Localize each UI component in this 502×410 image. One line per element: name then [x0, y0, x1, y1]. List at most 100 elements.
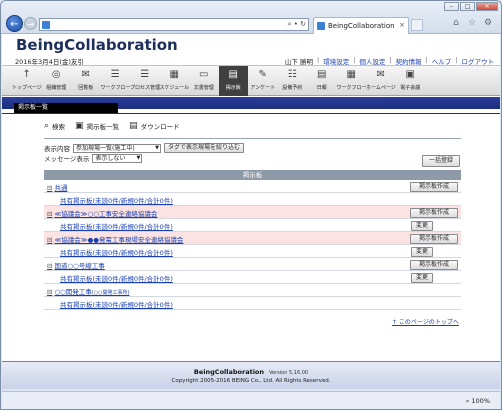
- zoom-level[interactable]: ⌕ 100%: [466, 397, 490, 406]
- collapse-icon[interactable]: ⊟: [47, 288, 52, 296]
- menu-label: 設備予約: [282, 85, 303, 91]
- menu-label: 文書管理: [193, 85, 214, 91]
- menu-label: アンケート: [250, 85, 276, 91]
- board-group-link[interactable]: ⊟ ≪協議会≫●●発電工事現場安全連絡協議会: [47, 234, 183, 244]
- menu-item-1[interactable]: ◎ 組織管理: [42, 66, 72, 96]
- collapse-icon[interactable]: ⊟: [47, 184, 52, 192]
- search-label: 検索: [52, 123, 66, 131]
- board-group-row: ⊟ 共通 掲示板作成: [44, 180, 461, 193]
- tab-title: BeingCollaboration: [328, 22, 395, 30]
- display-content-select[interactable]: 参加現場一覧(施工中) ▼: [73, 143, 161, 153]
- bulk-register-button[interactable]: 一括登録: [422, 155, 460, 167]
- back-arrow-icon[interactable]: ←: [6, 15, 23, 32]
- create-board-button[interactable]: 掲示板作成: [410, 181, 458, 192]
- board-group-row: ⊟ 国道○○号線工事 掲示板作成: [44, 258, 461, 271]
- back-to-top-link[interactable]: ↑ このページのトップへ: [392, 317, 459, 326]
- forward-arrow-icon[interactable]: →: [24, 17, 37, 30]
- edit-button[interactable]: 変更: [411, 220, 433, 231]
- message-display-select[interactable]: 表示しない ▼: [92, 153, 143, 163]
- minimize-button[interactable]: –: [444, 2, 459, 11]
- tool-row: ⌕ 検索 ▣ 掲示板一覧 ▤ ダウンロード: [44, 121, 180, 131]
- board-group-row: ⊟ ○○開発工事(○○開発工事所): [44, 284, 461, 297]
- board-list-tool[interactable]: ▣ 掲示板一覧: [75, 121, 119, 131]
- board-group-link[interactable]: ⊟ ≪協議会≫○○工事安全連絡協議会: [47, 208, 157, 218]
- menu-item-10[interactable]: ▤ 日報: [307, 66, 337, 96]
- board-group-link[interactable]: ⊟ 共通: [47, 182, 67, 192]
- shared-board-link[interactable]: 共有掲示板(未読0件/新規0件/合計0件): [60, 299, 173, 309]
- close-window-button[interactable]: ×: [476, 2, 498, 11]
- menu-icon: ▦: [169, 69, 179, 80]
- tag-filter-button[interactable]: タグで表示現場を絞り込む: [164, 143, 245, 153]
- menu-label: ワークフロー: [336, 85, 367, 91]
- menu-label: トップページ: [12, 85, 42, 91]
- display-content-label: 表示内容: [44, 145, 70, 153]
- new-tab-button[interactable]: [411, 19, 423, 31]
- menu-item-9[interactable]: ☷ 設備予約: [278, 66, 308, 96]
- shared-board-link[interactable]: 共有掲示板(未読0件/新規0件/合計0件): [60, 221, 173, 231]
- board-group-name: ○○開発工事: [54, 288, 92, 296]
- menu-item-2[interactable]: ✉ 回覧板: [71, 66, 101, 96]
- tool-divider: [44, 138, 461, 139]
- footer-product: BeingCollaboration: [193, 368, 265, 376]
- edit-button[interactable]: 変更: [411, 246, 433, 257]
- table-header: 掲示板: [44, 170, 461, 180]
- menu-item-4[interactable]: ☰ プロセス管理: [130, 66, 160, 96]
- menu-item-6[interactable]: ▭ 文書管理: [189, 66, 219, 96]
- menu-label: プロセス管理: [130, 85, 160, 91]
- board-group-subname: (○○開発工事所): [91, 290, 130, 296]
- search-tool[interactable]: ⌕ 検索: [44, 121, 65, 131]
- chevron-down-icon: ▼: [155, 144, 159, 151]
- shared-board-link[interactable]: 共有掲示板(未読0件/新規0件/合計0件): [60, 273, 173, 283]
- menu-icon: ▤: [228, 69, 238, 80]
- menu-label: スケジュール: [159, 85, 190, 91]
- menu-item-11[interactable]: ▦ ワークフロー: [337, 66, 367, 96]
- menu-item-13[interactable]: ▣ 電子会議: [396, 66, 426, 96]
- collapse-icon[interactable]: ⊟: [47, 262, 52, 270]
- menu-item-0[interactable]: ↑ トップページ: [12, 66, 42, 96]
- address-bar[interactable]: ⌕ • ↻: [39, 18, 309, 31]
- maximize-button[interactable]: □: [460, 2, 475, 11]
- menu-label: ホームページ: [366, 85, 396, 91]
- favorites-star-icon[interactable]: ☆: [467, 18, 477, 28]
- settings-gear-icon[interactable]: ⚙: [483, 18, 493, 28]
- address-tools[interactable]: ⌕ • ↻: [288, 20, 306, 29]
- search-icon: ⌕: [44, 121, 50, 131]
- create-board-button[interactable]: 掲示板作成: [410, 259, 458, 270]
- page-favicon-icon: [42, 21, 50, 29]
- shared-board-row: 共有掲示板(未読0件/新規0件/合計0件): [44, 193, 461, 206]
- browser-tab[interactable]: BeingCollaboration ×: [313, 17, 409, 34]
- menu-item-7[interactable]: ▤ 掲示板: [218, 66, 248, 96]
- menu-item-3[interactable]: ☰ ワークフロー: [101, 66, 131, 96]
- menu-label: ワークフロー: [100, 85, 131, 91]
- shared-board-link[interactable]: 共有掲示板(未読0件/新規0件/合計0件): [60, 247, 173, 257]
- shared-board-link[interactable]: 共有掲示板(未読0件/新規0件/合計0件): [60, 195, 173, 205]
- board-group-link[interactable]: ⊟ ○○開発工事(○○開発工事所): [47, 286, 129, 296]
- create-board-button[interactable]: 掲示板作成: [410, 207, 458, 218]
- tab-close-icon[interactable]: ×: [399, 21, 405, 29]
- edit-button[interactable]: 変更: [411, 272, 433, 283]
- footer: BeingCollaboration Version 5.16.00 Copyri…: [2, 361, 500, 389]
- create-board-button[interactable]: 掲示板作成: [410, 233, 458, 244]
- menu-label: 組織管理: [46, 85, 67, 91]
- footer-version: Version 5.16.00: [269, 370, 309, 376]
- menu-item-8[interactable]: ✎ アンケート: [248, 66, 278, 96]
- menu-item-12[interactable]: ✉ ホームページ: [366, 66, 396, 96]
- shared-board-row: 共有掲示板(未読0件/新規0件/合計0件) 変更: [44, 219, 461, 232]
- section-title: 掲示板一覧: [14, 103, 118, 113]
- menu-item-5[interactable]: ▦ スケジュール: [160, 66, 190, 96]
- page-content: BeingCollaboration 2016年3月4日(金)友引 山下 勝明 …: [2, 34, 500, 389]
- menu-icon: ☷: [287, 69, 297, 80]
- collapse-icon[interactable]: ⊟: [47, 236, 52, 244]
- filter-panel: 表示内容 参加現場一覧(施工中) ▼ タグで表示現場を絞り込む メッセージ表示 …: [44, 143, 245, 163]
- menu-label: 掲示板: [225, 85, 241, 91]
- menu-icon: ▭: [199, 69, 209, 80]
- browser-toolbar-icons: ⌂ ☆ ⚙: [451, 18, 493, 28]
- home-icon[interactable]: ⌂: [451, 18, 461, 28]
- board-table: 掲示板 ⊟ 共通 掲示板作成 共有掲示板(未読0件/新規0件/合計0件) ⊟ ≪協議会≫○…: [44, 170, 461, 310]
- menu-icon: ✉: [376, 69, 385, 80]
- board-group-link[interactable]: ⊟ 国道○○号線工事: [47, 260, 105, 270]
- collapse-icon[interactable]: ⊟: [47, 210, 52, 218]
- menu-icon: ✎: [258, 69, 267, 80]
- menu-label: 日報: [316, 85, 327, 91]
- download-tool[interactable]: ▤ ダウンロード: [129, 121, 180, 131]
